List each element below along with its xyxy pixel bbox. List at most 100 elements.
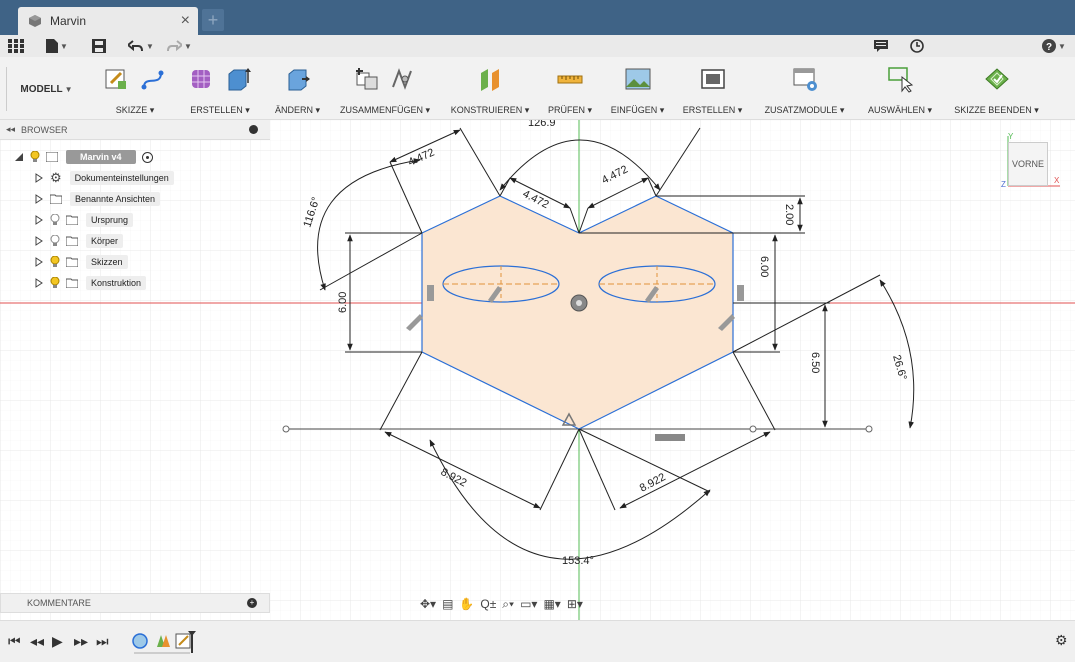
expanded-arrow-icon[interactable] [14,152,24,162]
notifications-icon[interactable] [874,37,888,55]
visibility-bulb-icon[interactable] [50,256,60,268]
dim-top-angle[interactable]: 126.9 [528,120,556,129]
go-to-start-icon[interactable]: ⏮ [8,633,21,650]
ribbon-group-skizze[interactable]: SKIZZE ▾ [95,57,175,120]
quick-access-toolbar: ▼ ▼ ▼ ? ▼ [0,35,1075,57]
app-grid-icon[interactable] [8,37,24,55]
line-endpoint[interactable] [749,425,757,433]
new-component-icon [356,68,378,90]
visibility-bulb-icon[interactable] [50,277,60,289]
select-icon [888,67,914,93]
tree-root[interactable]: Marvin v4 [14,148,153,166]
comments-panel[interactable]: KOMMENTARE + [0,593,270,613]
ribbon-group-label: PRÜFEN ▾ [547,105,593,115]
browser-options-icon[interactable] [249,125,258,134]
measure-icon [557,75,583,84]
tree-item-skizzen[interactable]: Skizzen [34,253,128,271]
dim-left-height[interactable]: 6.00 [337,292,349,313]
timeline-settings-gear-icon[interactable]: ⚙ [1055,632,1068,649]
fit-icon[interactable]: ⌕▾ [502,597,514,612]
timeline-features[interactable] [130,631,200,657]
add-comment-button[interactable]: + [247,598,257,608]
collapsed-arrow-icon[interactable] [34,215,44,225]
gear-icon: ⚙ [50,170,62,185]
dim-bottom-angle[interactable]: 153.4° [562,555,594,567]
viewports-icon[interactable]: ⊞▾ [567,597,583,611]
collapsed-arrow-icon[interactable] [34,257,44,267]
folder-icon [66,257,78,267]
undo-icon[interactable]: ▼ [128,37,154,55]
save-icon[interactable] [92,37,106,55]
dim-right-offset[interactable]: 6.50 [809,352,821,373]
redo-icon[interactable]: ▼ [166,37,192,55]
browser-header[interactable]: ◂◂ BROWSER [0,120,270,140]
ribbon-group-label: ÄNDERN ▾ [274,105,321,115]
ribbon-group-label: KONSTRUIEREN ▾ [450,105,530,115]
step-forward-icon[interactable]: ▸▸ [74,633,88,650]
tree-item-benannte-ansichten[interactable]: Benannte Ansichten [34,190,161,208]
document-tab[interactable]: Marvin × [18,7,198,35]
timeline-bar: ⏮ ◂◂ ▶ ▸▸ ⏭ ⚙ [0,620,1075,662]
viewcube[interactable]: Y X Z VORNE [1000,132,1065,197]
zoom-icon[interactable]: Q± [480,597,496,611]
ribbon-group-auswaehlen[interactable]: AUSWÄHLEN ▾ [860,57,940,120]
root-component-label: Marvin v4 [66,150,136,164]
tree-item-dokumenteinstellungen[interactable]: ⚙ Dokumenteinstellungen [34,169,174,187]
ribbon-group-pruefen[interactable]: PRÜFEN ▾ [540,57,600,120]
file-menu-icon[interactable]: ▼ [46,37,68,55]
help-icon[interactable]: ? ▼ [1042,37,1066,55]
ribbon-group-erstellen-2[interactable]: ERSTELLEN ▾ [675,57,750,120]
ribbon-group-label: ZUSAMMENFÜGEN ▾ [339,105,431,115]
tree-item-ursprung[interactable]: Ursprung [34,211,134,229]
look-at-icon[interactable]: ▤ [442,597,453,611]
job-status-clock-icon[interactable] [910,37,924,55]
joint-icon [392,68,412,90]
svg-text:?: ? [1046,42,1052,53]
close-tab-button[interactable]: × [181,13,190,29]
folder-icon [66,278,78,288]
ribbon-group-aendern[interactable]: ÄNDERN ▾ [265,57,330,120]
folder-icon [66,236,78,246]
line-endpoint[interactable] [282,425,290,433]
go-to-end-icon[interactable]: ⏭ [96,633,109,650]
collapse-icon[interactable]: ◂◂ [6,124,15,135]
ribbon-group-erstellen[interactable]: ERSTELLEN ▾ [175,57,265,120]
orbit-icon[interactable]: ✥▾ [420,597,436,611]
collapsed-arrow-icon[interactable] [34,236,44,246]
line-tool-icon [141,70,164,90]
viewcube-front-face[interactable]: VORNE [1008,142,1048,186]
create-sketch-icon [105,69,126,89]
dim-right-height[interactable]: 6.00 [758,256,770,277]
tree-item-konstruktion[interactable]: Konstruktion [34,274,147,292]
visibility-bulb-off-icon[interactable] [50,214,60,226]
ribbon-group-label: SKIZZE BEENDEN ▾ [954,105,1039,115]
tree-item-koerper[interactable]: Körper [34,232,124,250]
ribbon-group-einfuegen[interactable]: EINFÜGEN ▾ [605,57,670,120]
visibility-bulb-off-icon[interactable] [50,235,60,247]
new-tab-button[interactable]: + [202,9,224,31]
grid-settings-icon[interactable]: ▦▾ [543,597,560,611]
ribbon-group-skizze-beenden[interactable]: SKIZZE BEENDEN ▾ [948,57,1045,120]
workspace-switcher[interactable]: MODELL ▼ [6,67,86,111]
ribbon-group-label: ERSTELLEN ▾ [190,105,250,115]
pan-icon[interactable]: ✋ [459,597,474,611]
ribbon-group-zusatzmodule[interactable]: ZUSATZMODULE ▾ [757,57,852,120]
folder-icon [50,194,62,204]
ribbon-group-zusammenfuegen[interactable]: ZUSAMMENFÜGEN ▾ [335,57,435,120]
display-settings-icon[interactable]: ▭▾ [520,597,537,611]
tree-item-label: Dokumenteinstellungen [69,171,174,185]
play-icon[interactable]: ▶ [52,633,63,650]
ribbon-group-konstruieren[interactable]: KONSTRUIEREN ▾ [445,57,535,120]
dim-notch-height[interactable]: 2.00 [783,204,795,225]
ribbon-group-label: AUSWÄHLEN ▾ [867,105,933,115]
offset-plane-icon [481,69,499,91]
line-endpoint[interactable] [865,425,873,433]
activate-radio-icon[interactable] [141,151,153,163]
collapsed-arrow-icon[interactable] [34,173,44,183]
visibility-bulb-icon[interactable] [30,151,40,163]
step-back-icon[interactable]: ◂◂ [30,633,44,650]
ribbon-group-label: EINFÜGEN ▾ [610,105,665,115]
folder-icon [66,215,78,225]
collapsed-arrow-icon[interactable] [34,194,44,204]
collapsed-arrow-icon[interactable] [34,278,44,288]
